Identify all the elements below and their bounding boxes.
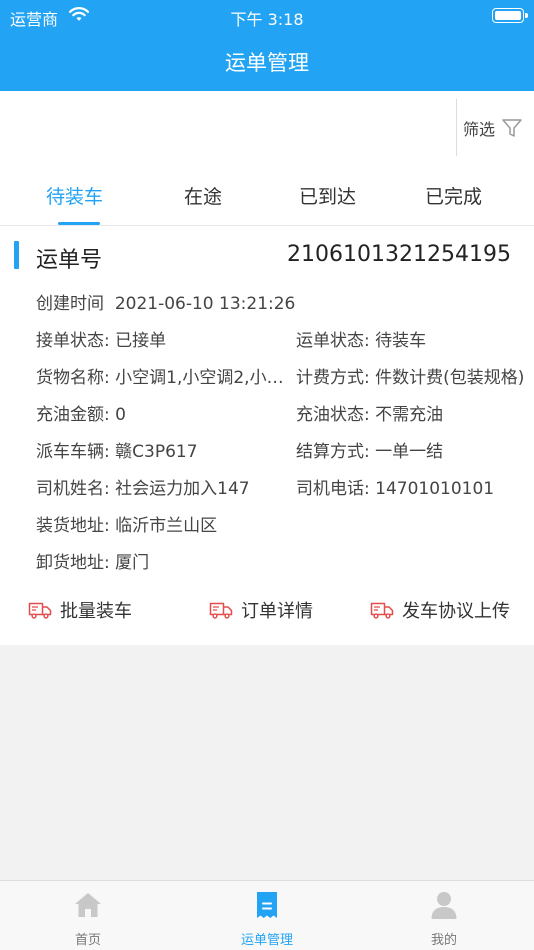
search-area: 筛选 — [0, 91, 534, 164]
created-time-label: 创建时间 — [36, 294, 104, 314]
nav-waybill-management[interactable]: 运单管理 — [207, 889, 327, 948]
field-fuel-amount: 充油金额: 0 — [36, 405, 126, 425]
field-driver-name: 司机姓名: 社会运力加入147 — [36, 479, 250, 499]
field-label: 装货地址 — [36, 516, 104, 536]
field-value: 社会运力加入147 — [115, 479, 250, 499]
status-bar: 运营商 下午 3:18 — [0, 0, 534, 30]
divider — [456, 99, 457, 156]
waybill-card[interactable]: 运单号 2106101321254195 创建时间 2021-06-10 13:… — [0, 226, 534, 645]
field-unloading-address: 卸货地址: 厦门 — [36, 553, 150, 573]
bottom-nav: 首页 运单管理 我的 — [0, 880, 534, 950]
waybill-icon — [257, 892, 277, 918]
truck-icon — [28, 602, 52, 619]
field-value: 赣C3P617 — [115, 442, 198, 462]
batch-loading-button[interactable]: 批量装车 — [28, 597, 132, 623]
field-label: 卸货地址 — [36, 553, 104, 573]
field-label: 司机电话 — [296, 479, 364, 499]
action-label: 订单详情 — [241, 601, 313, 622]
order-details-button[interactable]: 订单详情 — [209, 597, 313, 623]
tab-in-transit[interactable]: 在途 — [184, 182, 222, 209]
field-driver-phone: 司机电话: 14701010101 — [296, 479, 495, 499]
field-vehicle: 派车车辆: 赣C3P617 — [36, 442, 198, 462]
field-label: 司机姓名 — [36, 479, 104, 499]
nav-label: 首页 — [74, 933, 101, 948]
departure-agreement-upload-button[interactable]: 发车协议上传 — [370, 597, 510, 623]
nav-home[interactable]: 首页 — [28, 889, 148, 948]
field-label: 充油状态 — [296, 405, 364, 425]
field-value: 小空调1,小空调2,小空调3 — [115, 368, 288, 388]
field-value: 待装车 — [375, 331, 427, 351]
field-value: 已接单 — [115, 331, 167, 351]
field-label: 运单状态 — [296, 331, 364, 351]
field-label: 货物名称 — [36, 368, 104, 388]
created-time: 创建时间 2021-06-10 13:21:26 — [36, 289, 516, 314]
battery-icon — [492, 8, 528, 23]
field-label: 接单状态 — [36, 331, 104, 351]
created-time-value: 2021-06-10 13:21:26 — [114, 294, 296, 314]
waybill-number: 2106101321254195 — [287, 242, 511, 267]
home-icon — [75, 893, 101, 917]
field-value: 不需充油 — [375, 405, 444, 425]
field-order-status: 接单状态: 已接单 — [36, 331, 167, 351]
field-label: 结算方式 — [296, 442, 364, 462]
page-title: 运单管理 — [225, 51, 309, 75]
field-value: 临沂市兰山区 — [115, 516, 218, 536]
tab-arrived[interactable]: 已到达 — [299, 182, 356, 209]
field-fuel-status: 充油状态: 不需充油 — [296, 405, 444, 425]
nav-label: 我的 — [430, 933, 457, 948]
clock: 下午 3:18 — [230, 10, 304, 29]
field-waybill-status: 运单状态: 待装车 — [296, 331, 427, 351]
field-value: 0 — [115, 405, 126, 425]
field-value: 14701010101 — [375, 479, 495, 499]
truck-icon — [209, 602, 233, 619]
field-loading-address: 装货地址: 临沂市兰山区 — [36, 516, 218, 536]
status-tabs: 待装车 在途 已到达 已完成 — [0, 164, 534, 226]
person-icon — [431, 892, 457, 919]
card-accent-bar — [14, 241, 19, 269]
field-settlement: 结算方式: 一单一结 — [296, 442, 444, 462]
nav-label: 运单管理 — [240, 933, 293, 948]
field-label: 充油金额 — [36, 405, 104, 425]
action-label: 发车协议上传 — [402, 601, 510, 622]
field-value: 一单一结 — [375, 442, 444, 462]
header-bar: 运营商 下午 3:18 运单管理 — [0, 0, 534, 91]
field-billing-method: 计费方式: 件数计费(包装规格) — [296, 368, 525, 388]
active-tab-indicator — [58, 222, 100, 225]
field-value: 厦门 — [115, 553, 150, 573]
tab-pending-loading[interactable]: 待装车 — [46, 182, 103, 209]
field-label: 派车车辆 — [36, 442, 104, 462]
nav-profile[interactable]: 我的 — [384, 889, 504, 948]
truck-icon — [370, 602, 394, 619]
field-goods-name: 货物名称: 小空调1,小空调2,小空调3 — [36, 363, 288, 388]
waybill-number-label: 运单号 — [36, 248, 103, 273]
filter-button[interactable]: 筛选 — [463, 116, 523, 140]
filter-icon — [502, 119, 522, 137]
field-value: 件数计费(包装规格) — [375, 368, 525, 388]
action-label: 批量装车 — [60, 601, 132, 622]
field-label: 计费方式 — [296, 368, 364, 388]
filter-label: 筛选 — [463, 120, 496, 139]
tab-completed[interactable]: 已完成 — [425, 182, 482, 209]
